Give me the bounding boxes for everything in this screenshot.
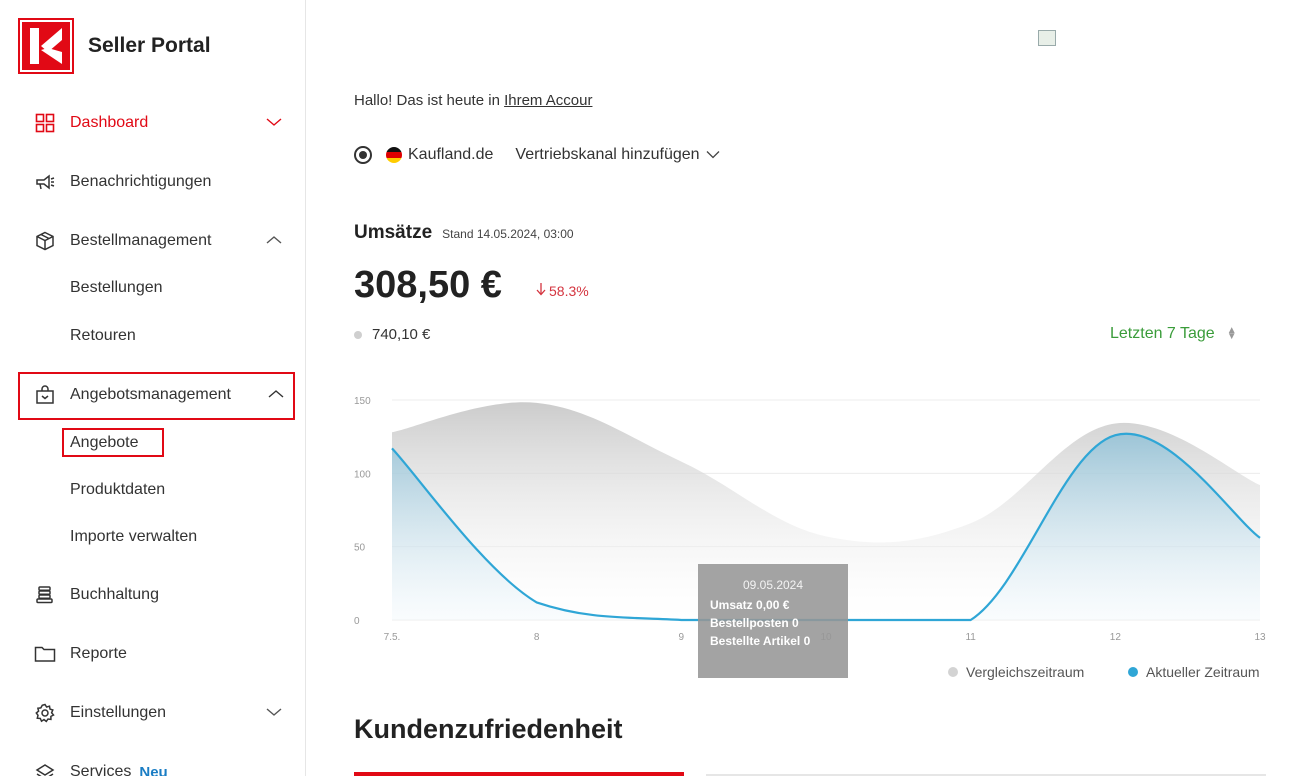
chevron-down-icon [266, 704, 282, 722]
channel-radio[interactable] [354, 146, 372, 164]
sidebar-subitem-angebote[interactable]: Angebote [70, 434, 139, 452]
chevron-up-icon [268, 386, 284, 404]
sales-title: Umsätze [354, 222, 433, 243]
sidebar-item-label: Dashboard [70, 114, 149, 131]
legend-compare-label: Vergleichszeitraum [966, 664, 1085, 680]
legend-current-dot [1128, 667, 1138, 677]
sidebar-item-label: Angebotsmanagement [70, 386, 231, 403]
x-tick-label: 11 [965, 632, 976, 643]
period-label: Letzten 7 Tage [1110, 325, 1215, 342]
tooltip-umsatz: Umsatz 0,00 € [710, 598, 790, 612]
add-channel-dropdown[interactable]: Vertriebskanal hinzufügen [515, 146, 719, 164]
x-tick-label: 8 [534, 632, 540, 643]
legend-current-label: Aktueller Zeitraum [1146, 664, 1260, 680]
y-tick-label: 150 [354, 396, 371, 407]
section-title-kundenzufriedenheit: Kundenzufriedenheit [354, 714, 623, 744]
compare-dot [354, 330, 362, 339]
sales-timestamp: Stand 14.05.2024, 03:00 [442, 227, 574, 241]
greeting-text: Hallo! Das ist heute in [354, 92, 500, 109]
channel-row: Kaufland.de Vertriebskanal hinzufügen [354, 146, 720, 164]
sidebar-subitem-retouren[interactable]: Retouren [70, 327, 136, 345]
sidebar-item-label: Reporte [70, 645, 127, 662]
germany-flag-icon [386, 147, 402, 163]
tooltip-date: 09.05.2024 [742, 578, 804, 592]
sidebar-item-label: Einstellungen [70, 704, 167, 721]
active-tab-indicator [354, 772, 684, 776]
sales-header: Umsätze Stand 14.05.2024, 03:00 [354, 222, 574, 244]
sidebar: Seller Portal Dashboard Benachrichtigung… [0, 0, 306, 776]
add-channel-label: Vertriebskanal hinzufügen [515, 146, 700, 163]
tooltip-artikel: Bestellte Artikel 0 [710, 634, 811, 648]
broken-image-icon [1038, 30, 1056, 46]
y-tick-label: 0 [354, 616, 360, 627]
gear-icon [34, 702, 56, 724]
sales-delta: 58.3% [536, 282, 589, 299]
sidebar-item-bestellmanagement[interactable]: Bestellmanagement [34, 221, 296, 261]
sidebar-subitem-bestellungen[interactable]: Bestellungen [70, 279, 163, 297]
box-icon [34, 230, 56, 252]
greeting: Hallo! Das ist heute in Ihrem Accour [354, 92, 592, 109]
sidebar-item-label: Buchhaltung [70, 586, 159, 603]
compare-row: 740,10 € [354, 326, 430, 343]
legend-current[interactable]: Aktueller Zeitraum [1128, 664, 1260, 680]
y-tick-label: 100 [354, 469, 371, 480]
sidebar-item-benachrichtigungen[interactable]: Benachrichtigungen [34, 162, 296, 202]
brand[interactable]: Seller Portal [18, 18, 211, 74]
legend-compare-dot [948, 667, 958, 677]
sidebar-item-label: Services [70, 763, 132, 776]
sidebar-item-angebotsmanagement[interactable]: Angebotsmanagement [34, 375, 296, 415]
period-select[interactable]: Letzten 7 Tage ▲ ▼ [1110, 325, 1237, 343]
sidebar-item-buchhaltung[interactable]: Buchhaltung [34, 575, 296, 615]
chevron-down-icon [706, 146, 720, 164]
sidebar-item-label: Benachrichtigungen [70, 173, 212, 190]
sidebar-item-services[interactable]: Services Neu [34, 752, 296, 776]
folder-icon [34, 643, 56, 665]
megaphone-icon [34, 171, 56, 193]
coins-icon [34, 584, 56, 606]
sidebar-subitem-importe-verwalten[interactable]: Importe verwalten [70, 528, 197, 546]
legend-compare[interactable]: Vergleichszeitraum [948, 664, 1084, 680]
sidebar-item-reporte[interactable]: Reporte [34, 634, 296, 674]
arrow-down-icon [536, 282, 546, 299]
kaufland-logo [18, 18, 74, 74]
chevron-down-icon [266, 114, 282, 132]
x-tick-label: 13 [1254, 632, 1266, 643]
sales-value: 308,50 € [354, 264, 502, 306]
bag-icon [34, 384, 56, 406]
brand-name: Seller Portal [88, 34, 211, 57]
account-link[interactable]: Ihrem Accour [504, 92, 592, 109]
sales-delta-value: 58.3% [549, 282, 589, 299]
sidebar-subitem-produktdaten[interactable]: Produktdaten [70, 481, 165, 499]
sidebar-item-dashboard[interactable]: Dashboard [34, 103, 296, 143]
sidebar-item-einstellungen[interactable]: Einstellungen [34, 693, 296, 733]
new-badge: Neu [139, 763, 168, 776]
chart-tooltip: 09.05.2024 Umsatz 0,00 € Bestellposten 0… [698, 564, 848, 678]
x-tick-label: 7.5. [384, 632, 401, 643]
sidebar-item-label: Bestellmanagement [70, 232, 212, 249]
tooltip-bestellposten: Bestellposten 0 [710, 616, 799, 630]
x-tick-label: 9 [679, 632, 685, 643]
y-tick-label: 50 [354, 543, 366, 554]
compare-value: 740,10 € [372, 326, 431, 343]
sort-icon: ▲ ▼ [1226, 325, 1237, 342]
chevron-up-icon [266, 232, 282, 250]
channel-name: Kaufland.de [408, 146, 494, 163]
x-tick-label: 12 [1110, 632, 1122, 643]
services-icon [34, 761, 56, 776]
grid-icon [34, 112, 56, 134]
